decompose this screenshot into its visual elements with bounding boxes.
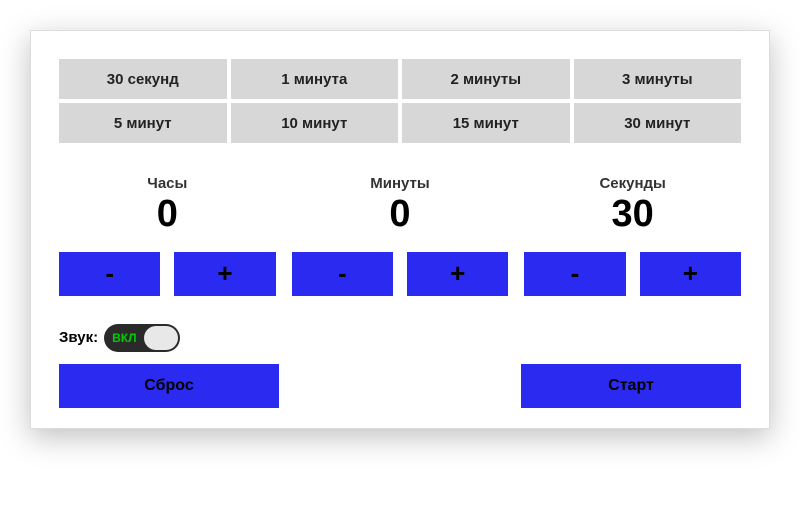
sound-label: Звук:: [59, 329, 98, 346]
toggle-knob: [144, 326, 178, 350]
sound-toggle[interactable]: ВКЛ: [104, 324, 180, 352]
hours-display: Часы 0: [59, 165, 276, 244]
seconds-display: Секунды 30: [524, 165, 741, 244]
seconds-plus-button[interactable]: +: [640, 252, 741, 296]
minutes-label: Минуты: [292, 175, 509, 192]
minutes-minus-button[interactable]: -: [292, 252, 393, 296]
seconds-unit: Секунды 30 - +: [524, 165, 741, 296]
hours-minus-button[interactable]: -: [59, 252, 160, 296]
minutes-plus-button[interactable]: +: [407, 252, 508, 296]
sound-row: Звук: ВКЛ: [59, 324, 741, 352]
hours-label: Часы: [59, 175, 276, 192]
minutes-value: 0: [292, 194, 509, 236]
hours-value: 0: [59, 194, 276, 236]
preset-5m[interactable]: 5 минут: [59, 103, 227, 143]
start-button[interactable]: Старт: [521, 364, 741, 408]
preset-1m[interactable]: 1 минута: [231, 59, 399, 99]
preset-15m[interactable]: 15 минут: [402, 103, 570, 143]
preset-30m[interactable]: 30 минут: [574, 103, 742, 143]
seconds-minus-button[interactable]: -: [524, 252, 625, 296]
hours-unit: Часы 0 - +: [59, 165, 276, 296]
timer-card: 30 секунд 1 минута 2 минуты 3 минуты 5 м…: [30, 30, 770, 429]
minutes-unit: Минуты 0 - +: [292, 165, 509, 296]
minutes-display: Минуты 0: [292, 165, 509, 244]
reset-button[interactable]: Сброс: [59, 364, 279, 408]
preset-3m[interactable]: 3 минуты: [574, 59, 742, 99]
preset-10m[interactable]: 10 минут: [231, 103, 399, 143]
preset-grid: 30 секунд 1 минута 2 минуты 3 минуты 5 м…: [59, 59, 741, 143]
sound-state: ВКЛ: [112, 331, 136, 345]
units-grid: Часы 0 - + Минуты 0 - + Секунды 30: [59, 165, 741, 296]
hours-plus-button[interactable]: +: [174, 252, 275, 296]
preset-2m[interactable]: 2 минуты: [402, 59, 570, 99]
preset-30s[interactable]: 30 секунд: [59, 59, 227, 99]
action-row: Сброс Старт: [59, 364, 741, 408]
seconds-label: Секунды: [524, 175, 741, 192]
seconds-value: 30: [524, 194, 741, 236]
